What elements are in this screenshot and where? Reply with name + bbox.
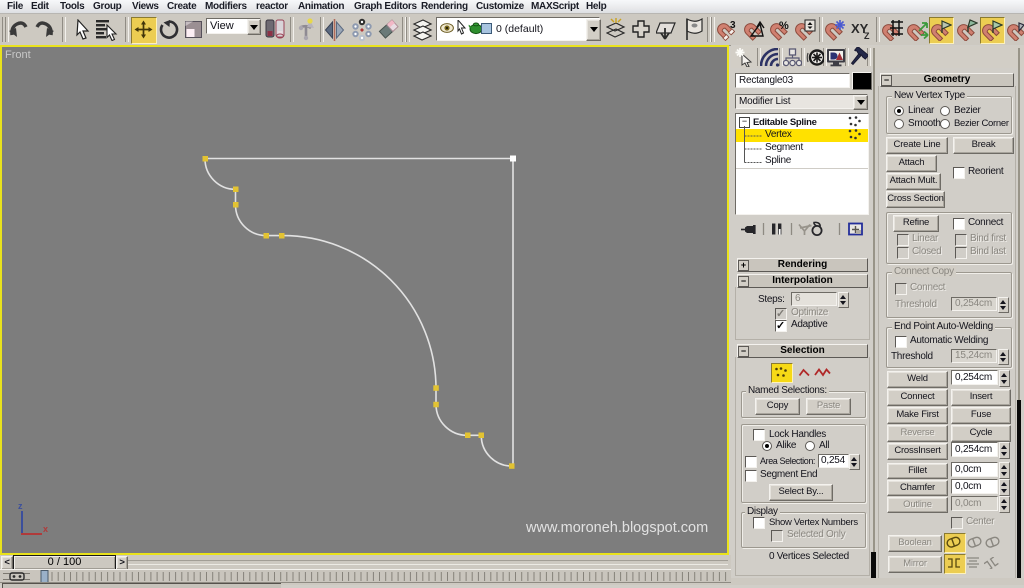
svg-text:3: 3 (730, 20, 736, 31)
svg-text:z: z (18, 501, 23, 511)
svg-text:Z: Z (864, 31, 870, 40)
svg-text:%: % (779, 20, 789, 32)
svg-text:x: x (43, 524, 48, 534)
